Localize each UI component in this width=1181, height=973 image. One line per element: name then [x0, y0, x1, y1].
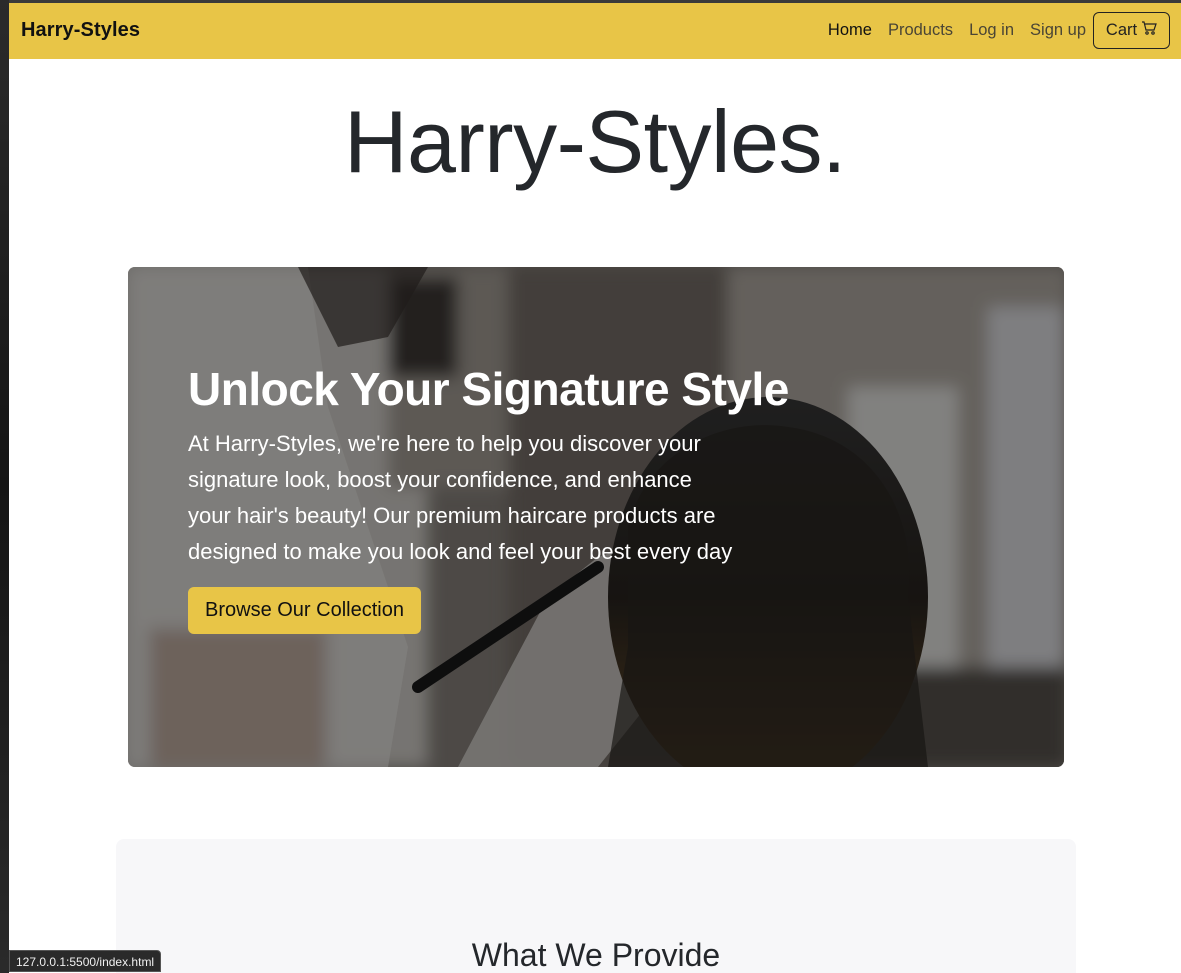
browse-collection-button[interactable]: Browse Our Collection	[188, 586, 421, 634]
site-heading: Harry-Styles.	[344, 92, 847, 191]
nav-link-home[interactable]: Home	[828, 21, 872, 40]
nav-link-signup[interactable]: Sign up	[1030, 21, 1086, 40]
cart-icon	[1141, 20, 1157, 41]
hero-title: Unlock Your Signature Style	[188, 363, 789, 415]
nav-link-login[interactable]: Log in	[969, 21, 1014, 40]
brand-logo[interactable]: Harry-Styles	[21, 19, 140, 42]
hero-description: At Harry-Styles, we're here to help you …	[188, 430, 733, 564]
nav-link-products[interactable]: Products	[888, 21, 953, 40]
browser-viewport: Harry-Styles Home Products Log in Sign u…	[9, 3, 1181, 973]
what-we-provide-section: What We Provide	[116, 839, 1076, 973]
cart-button-label: Cart	[1105, 21, 1138, 39]
window-left-edge	[0, 0, 9, 973]
hero-content: Unlock Your Signature Style At Harry-Sty…	[188, 363, 789, 634]
cart-button[interactable]: Cart	[1093, 12, 1170, 49]
nav-links: Home Products Log in Sign up	[828, 21, 1086, 40]
what-we-provide-title: What We Provide	[471, 937, 721, 973]
status-bar-url: 127.0.0.1:5500/index.html	[9, 950, 162, 972]
hero-banner: Unlock Your Signature Style At Harry-Sty…	[128, 267, 1064, 767]
navbar: Harry-Styles Home Products Log in Sign u…	[9, 3, 1181, 59]
